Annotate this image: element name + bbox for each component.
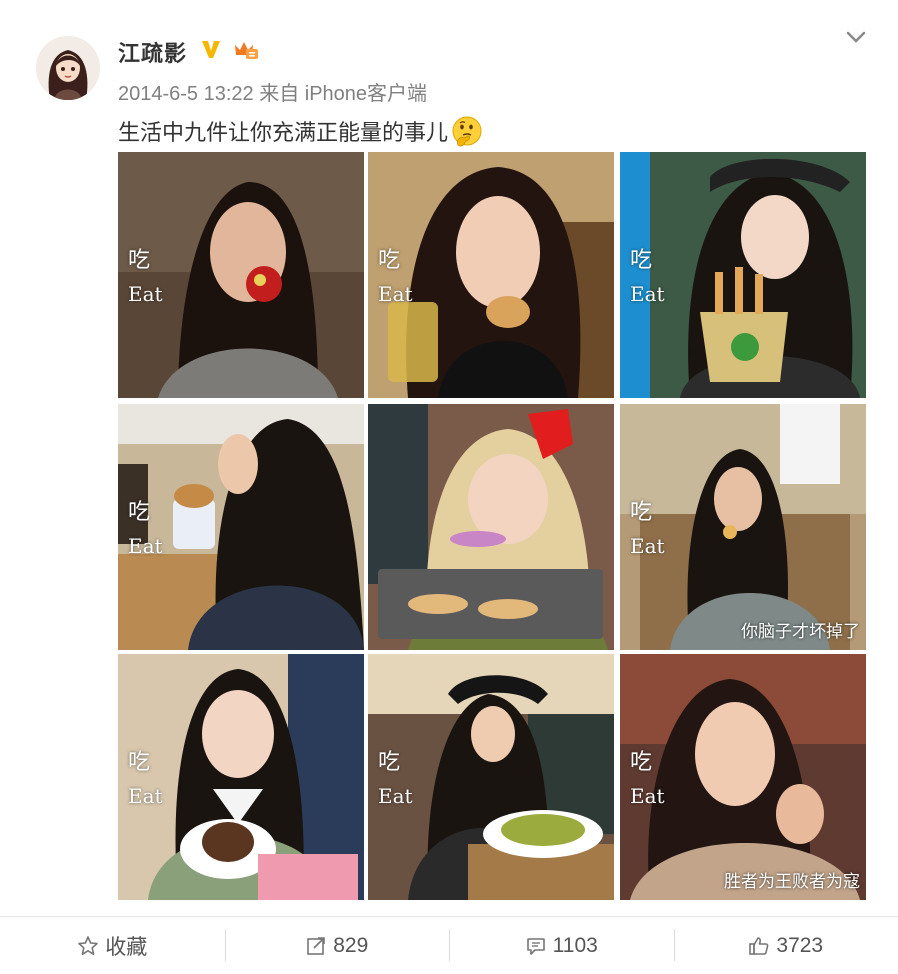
thumbs-up-icon — [749, 936, 769, 955]
favorite-button[interactable]: 收藏 — [0, 917, 225, 974]
photo-caption: 胜者为王败者为寇 — [724, 872, 860, 891]
photo-label-cn: 吃 — [128, 248, 151, 273]
photo-label-cn: 吃 — [128, 500, 151, 525]
chevron-down-icon[interactable] — [842, 26, 870, 48]
photo-label-en: Eat — [630, 784, 665, 808]
photo-label-en: Eat — [128, 282, 163, 306]
like-count: 3723 — [776, 933, 824, 957]
post-meta[interactable]: 2014-6-5 13:22 来自 iPhone客户端 — [118, 77, 427, 106]
photo-caption: 你脑子才坏掉了 — [741, 622, 860, 641]
avatar[interactable] — [36, 36, 100, 100]
photo-label-cn: 吃 — [128, 750, 151, 775]
post-text-content: 生活中九件让你充满正能量的事儿 — [118, 120, 449, 145]
photo-1[interactable]: 吃 Eat — [118, 152, 364, 398]
photo-label-cn: 吃 — [630, 248, 653, 273]
user-name[interactable]: 江疏影 — [118, 36, 187, 68]
weibo-post: 江疏影 2014-6-5 13:22 来自 iPhone客户端 生活中九件让你充… — [0, 0, 898, 974]
photo-6[interactable]: 吃 Eat 你脑子才坏掉了 — [620, 404, 866, 650]
photo-3[interactable]: 吃 Eat — [620, 152, 866, 398]
photo-5[interactable] — [368, 404, 614, 650]
repost-button[interactable]: 829 — [224, 917, 450, 974]
star-icon — [78, 935, 99, 955]
photo-9[interactable]: 吃 Eat 胜者为王败者为寇 — [620, 654, 866, 900]
photo-label-en: Eat — [630, 534, 665, 558]
photo-label-cn: 吃 — [378, 248, 401, 273]
photo-label-cn: 吃 — [378, 750, 401, 775]
photo-label-en: Eat — [378, 784, 413, 808]
verified-v-icon — [200, 38, 222, 60]
member-crown-icon[interactable] — [232, 38, 260, 60]
favorite-label: 收藏 — [105, 935, 148, 959]
photo-label-cn: 吃 — [630, 750, 653, 775]
comment-button[interactable]: 1103 — [449, 917, 674, 974]
comment-count: 1103 — [552, 933, 598, 957]
photo-label-en: Eat — [630, 282, 665, 306]
photo-8[interactable]: 吃 Eat — [368, 654, 614, 900]
action-bar: 收藏 829 1103 3723 — [0, 917, 898, 974]
repost-icon — [307, 936, 326, 955]
like-button[interactable]: 3723 — [673, 917, 898, 974]
comment-icon — [526, 937, 545, 955]
photo-label-en: Eat — [128, 784, 163, 808]
repost-count: 829 — [333, 933, 369, 957]
photo-grid: 吃 Eat 吃 Eat 吃 Eat 吃 Eat 吃 Eat 你脑子才坏掉了 吃 … — [118, 152, 866, 902]
photo-label-en: Eat — [128, 534, 163, 558]
photo-4[interactable]: 吃 Eat — [118, 404, 364, 650]
photo-2[interactable]: 吃 Eat — [368, 152, 614, 398]
thinking-face-emoji — [450, 114, 484, 148]
photo-label-en: Eat — [378, 282, 413, 306]
photo-label-cn: 吃 — [630, 500, 653, 525]
photo-7[interactable]: 吃 Eat — [118, 654, 364, 900]
post-text: 生活中九件让你充满正能量的事儿 — [118, 114, 484, 148]
